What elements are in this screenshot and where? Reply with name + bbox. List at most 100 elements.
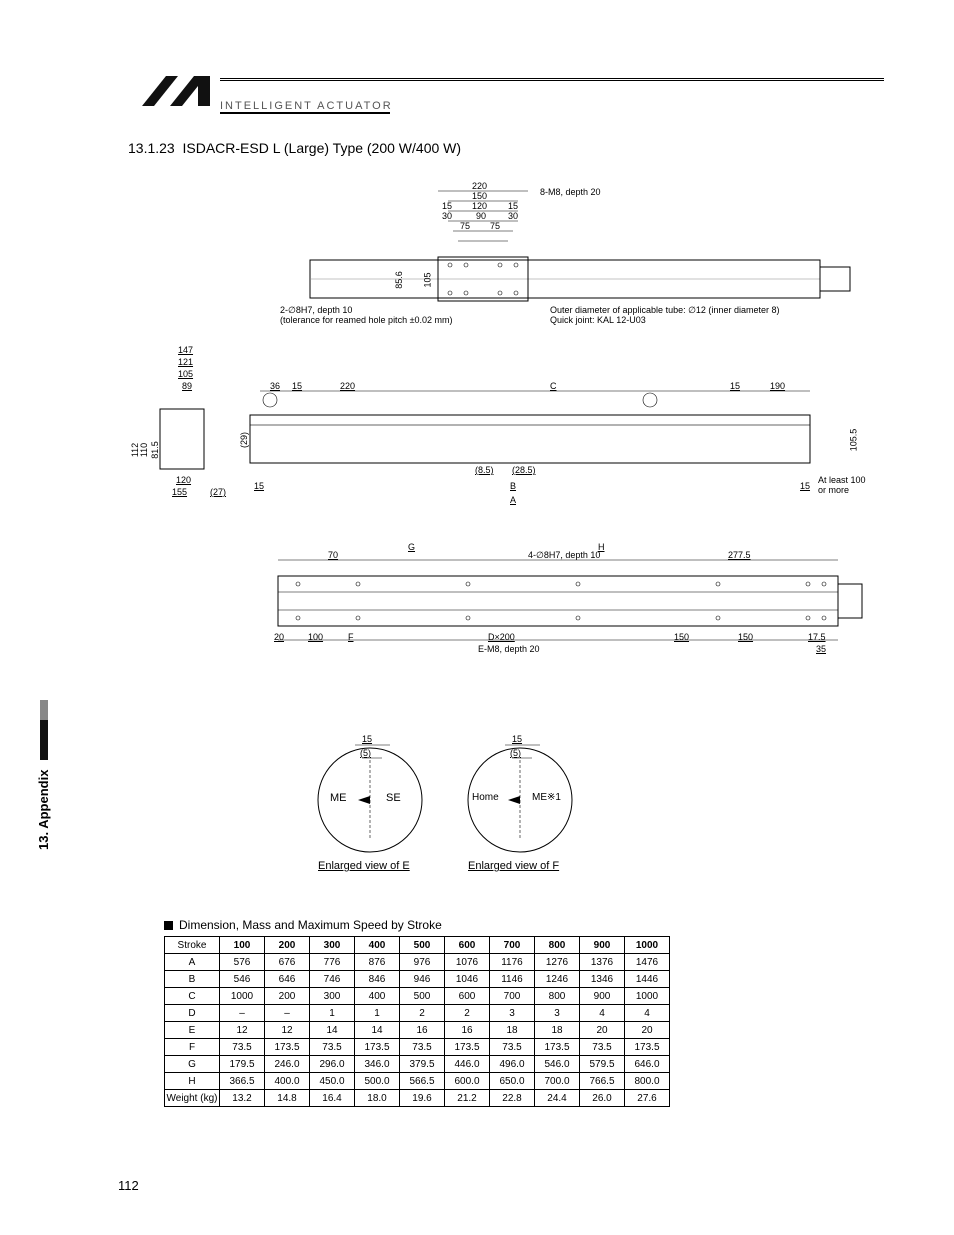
brand-underline — [220, 112, 390, 114]
row-header: Weight (kg) — [165, 1090, 220, 1107]
dim-220: 220 — [472, 181, 487, 191]
dim-B: B — [510, 481, 516, 491]
table-row: F73.5173.573.5173.573.5173.573.5173.573.… — [165, 1039, 670, 1056]
section-number: 13.1.23 — [128, 140, 175, 156]
dim-150a: 150 — [674, 632, 689, 642]
table-cell: 73.5 — [490, 1039, 535, 1056]
dim-15d: 15 — [730, 381, 740, 391]
table-cell: 379.5 — [400, 1056, 445, 1073]
row-header: B — [165, 971, 220, 988]
row-header: E — [165, 1022, 220, 1039]
table-cell: 26.0 — [580, 1090, 625, 1107]
dim-105-5: 105.5 — [848, 429, 858, 452]
col-header-stroke: 200 — [265, 937, 310, 954]
dim-30a: 30 — [442, 211, 452, 221]
table-cell: 3 — [535, 1005, 580, 1022]
col-header-stroke: 100 — [220, 937, 265, 954]
table-cell: 766.5 — [580, 1073, 625, 1090]
table-row: Weight (kg)13.214.816.418.019.621.222.82… — [165, 1090, 670, 1107]
table-row: E12121414161618182020 — [165, 1022, 670, 1039]
table-cell: 676 — [265, 954, 310, 971]
table-cell: 1476 — [625, 954, 670, 971]
note-8m8: 8-M8, depth 20 — [540, 187, 601, 197]
table-cell: 14 — [355, 1022, 400, 1039]
dim-Fplan: F — [348, 632, 354, 642]
table-cell: 2 — [400, 1005, 445, 1022]
side-tab-mark — [40, 720, 48, 760]
dim-15a: 15 — [442, 201, 452, 211]
table-cell: 4 — [625, 1005, 670, 1022]
dim-Dx200: D×200 — [488, 632, 515, 642]
table-cell: 400 — [355, 988, 400, 1005]
dim-75a: 75 — [460, 221, 470, 231]
dim-120b: 120 — [176, 475, 191, 485]
row-header: D — [165, 1005, 220, 1022]
page-number: 112 — [118, 1178, 139, 1193]
dim-190: 190 — [770, 381, 785, 391]
dim-17-5: 17.5 — [808, 632, 826, 642]
table-cell: 800 — [535, 988, 580, 1005]
detE-ME: ME — [330, 792, 347, 804]
table-cell: 296.0 — [310, 1056, 355, 1073]
table-cell: 22.8 — [490, 1090, 535, 1107]
note-em8: E-M8, depth 20 — [478, 644, 540, 654]
dim-27p: (27) — [210, 487, 226, 497]
table-cell: 646.0 — [625, 1056, 670, 1073]
table-cell: 1076 — [445, 954, 490, 971]
dim-36: 36 — [270, 381, 280, 391]
figure-detail-views: 15 (5) ME SE 15 (5) Home ME※1 Enlarged v… — [300, 730, 620, 890]
dim-89: 89 — [182, 381, 192, 391]
table-cell: 546 — [220, 971, 265, 988]
side-tab-faded — [40, 700, 48, 720]
table-cell: 19.6 — [400, 1090, 445, 1107]
table-cell: – — [220, 1005, 265, 1022]
table-row: B54664674684694610461146124613461446 — [165, 971, 670, 988]
table-cell: 446.0 — [445, 1056, 490, 1073]
dim-15c: 15 — [292, 381, 302, 391]
table-cell: 700.0 — [535, 1073, 580, 1090]
dim-15e: 15 — [254, 481, 264, 491]
row-header: G — [165, 1056, 220, 1073]
table-cell: 173.5 — [625, 1039, 670, 1056]
table-cell: 650.0 — [490, 1073, 535, 1090]
note-4phi8: 4-∅8H7, depth 10 — [528, 550, 600, 561]
table-cell: 846 — [355, 971, 400, 988]
table-cell: 746 — [310, 971, 355, 988]
brand-text: INTELLIGENT ACTUATOR — [220, 100, 393, 112]
detF-Home: Home — [472, 792, 499, 803]
table-cell: 20 — [625, 1022, 670, 1039]
table-cell: 3 — [490, 1005, 535, 1022]
section-heading: 13.1.23 ISDACR-ESD L (Large) Type (200 W… — [128, 140, 461, 156]
note-ormore: or more — [818, 485, 849, 495]
table-cell: 14.8 — [265, 1090, 310, 1107]
table-cell: 1000 — [625, 988, 670, 1005]
header-rule — [220, 78, 884, 81]
dim-90: 90 — [476, 211, 486, 221]
table-cell: 700 — [490, 988, 535, 1005]
dim-100plan: 100 — [308, 632, 323, 642]
table-caption: Dimension, Mass and Maximum Speed by Str… — [164, 918, 442, 932]
table-cell: 200 — [265, 988, 310, 1005]
dim-150b: 150 — [738, 632, 753, 642]
table-cell: 21.2 — [445, 1090, 490, 1107]
table-cell: 946 — [400, 971, 445, 988]
table-cell: 20 — [580, 1022, 625, 1039]
dim-75b: 75 — [490, 221, 500, 231]
table-cell: 1 — [355, 1005, 400, 1022]
table-cell: 12 — [265, 1022, 310, 1039]
table-cell: 73.5 — [220, 1039, 265, 1056]
col-header-stroke: 400 — [355, 937, 400, 954]
detE-5: (5) — [360, 748, 371, 758]
row-header: H — [165, 1073, 220, 1090]
table-cell: 576 — [220, 954, 265, 971]
row-header: F — [165, 1039, 220, 1056]
table-row: A57667677687697610761176127613761476 — [165, 954, 670, 971]
table-cell: 14 — [310, 1022, 355, 1039]
table-cell: 18 — [490, 1022, 535, 1039]
col-header-stroke: 500 — [400, 937, 445, 954]
col-header-stroke: 800 — [535, 937, 580, 954]
table-cell: 1346 — [580, 971, 625, 988]
dim-15b: 15 — [508, 201, 518, 211]
detF-15: 15 — [512, 734, 522, 744]
table-cell: 16 — [400, 1022, 445, 1039]
